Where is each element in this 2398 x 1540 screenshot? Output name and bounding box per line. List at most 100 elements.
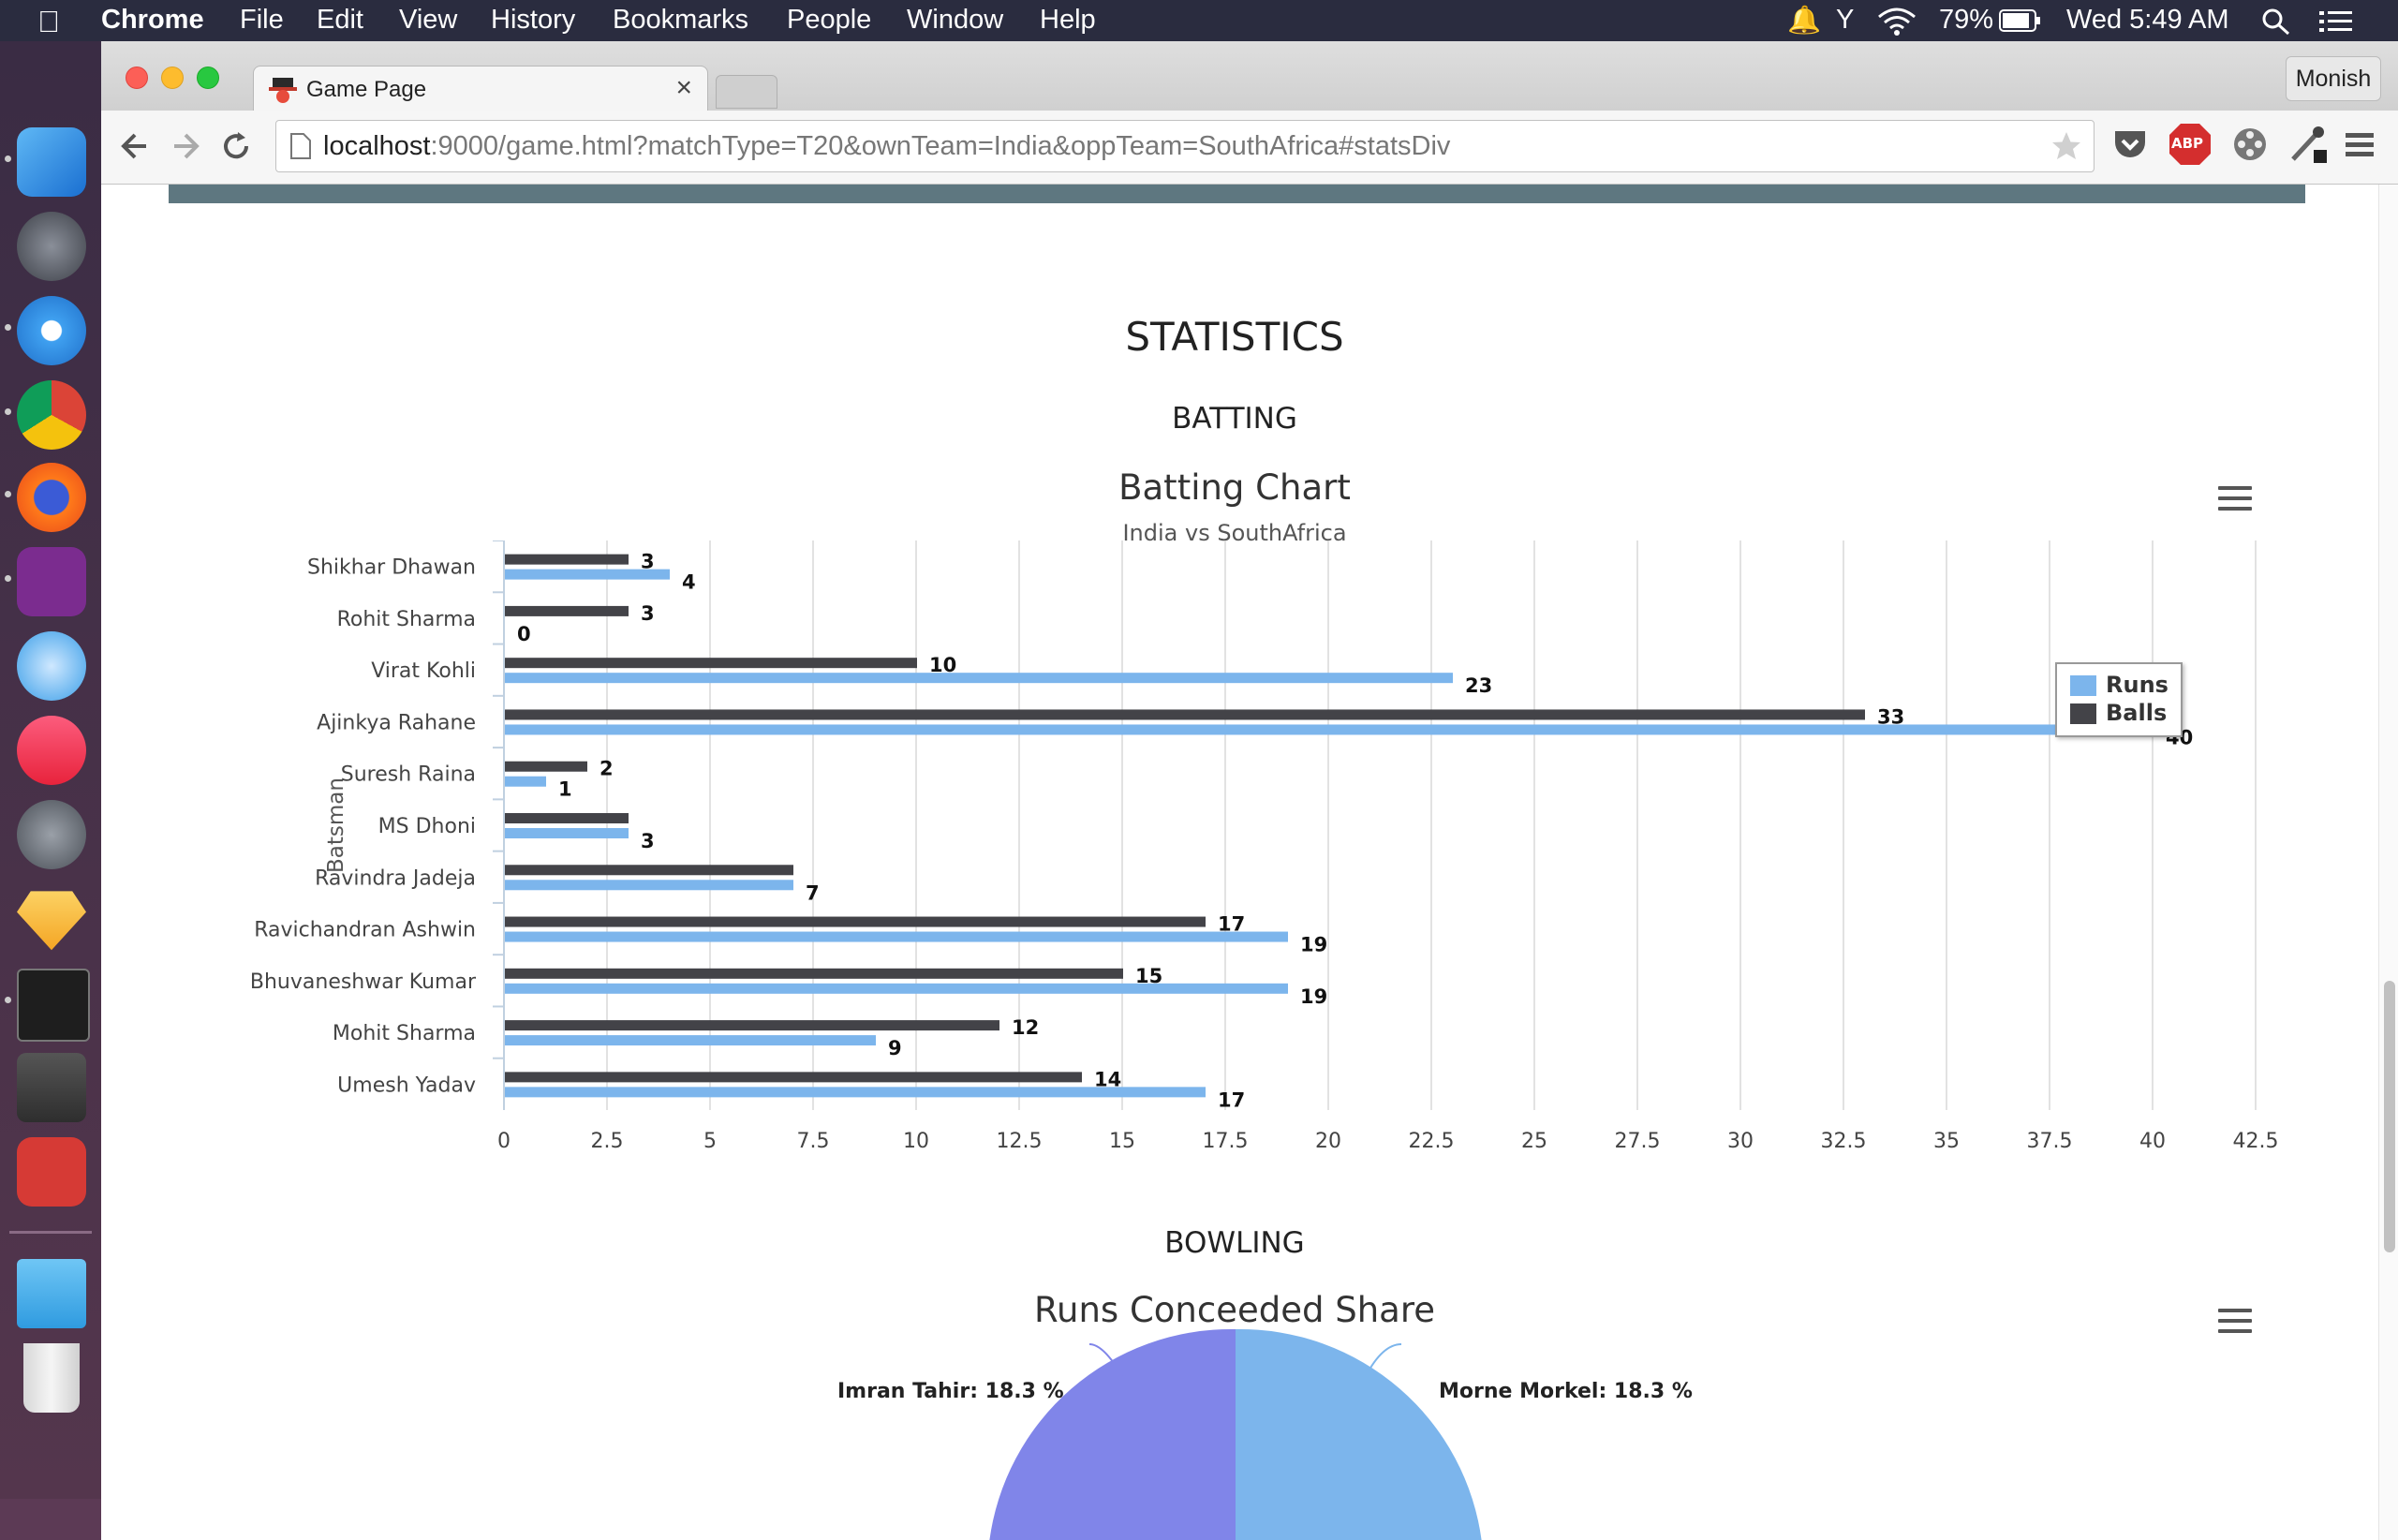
antenna-icon[interactable]: Y (1836, 5, 1854, 36)
chrome-menu-icon[interactable] (2342, 124, 2383, 165)
pocket-icon[interactable] (2109, 124, 2151, 165)
wunderlist-icon[interactable] (17, 1137, 86, 1207)
bar-balls[interactable] (505, 968, 1123, 979)
sketch-icon[interactable] (17, 891, 86, 951)
x-tick-label: 22.5 (1409, 1130, 1455, 1153)
chrome-window: Game Page × Monish localhost:9000/game.h… (101, 41, 2398, 1540)
data-label: 19 (1300, 934, 1327, 956)
x-tick-label: 10 (903, 1130, 929, 1153)
legend-item-runs[interactable]: Runs (2070, 672, 2169, 698)
bar-runs[interactable] (505, 828, 629, 838)
bookmark-star-icon[interactable] (2050, 130, 2082, 162)
system-preferences-icon[interactable] (17, 800, 86, 869)
menu-people[interactable]: People (787, 5, 871, 36)
category-label: MS Dhoni (378, 815, 476, 838)
spotlight-search-icon[interactable] (2261, 7, 2291, 36)
tab-close-icon[interactable]: × (675, 72, 692, 104)
finder-icon[interactable] (17, 127, 86, 197)
pie-label-morne-morkel: Morne Morkel: 18.3 % (1439, 1380, 1693, 1403)
menu-bookmarks[interactable]: Bookmarks (613, 5, 748, 36)
film-icon[interactable] (2229, 124, 2271, 165)
launchpad-icon[interactable] (17, 212, 86, 281)
x-tick-label: 32.5 (1821, 1130, 1867, 1153)
bar-balls[interactable] (505, 605, 629, 616)
notification-center-icon[interactable] (2319, 9, 2353, 34)
url-path: :9000/game.html?matchType=T20&ownTeam=In… (430, 131, 1451, 161)
bar-runs[interactable] (505, 1087, 1206, 1098)
url-text[interactable]: localhost:9000/game.html?matchType=T20&o… (323, 131, 1450, 162)
bar-runs[interactable] (505, 931, 1288, 942)
menu-window[interactable]: Window (907, 5, 1003, 36)
bar-runs[interactable] (505, 983, 1288, 994)
menu-file[interactable]: File (240, 5, 284, 36)
bar-balls[interactable] (505, 709, 1865, 720)
chrome-dock-icon[interactable] (17, 380, 86, 450)
onenote-icon[interactable] (17, 547, 86, 616)
zoom-window-button[interactable] (197, 67, 219, 89)
legend-item-balls[interactable]: Balls (2070, 700, 2167, 726)
back-icon[interactable] (118, 129, 152, 163)
bar-runs[interactable] (505, 569, 670, 580)
scrollbar-thumb[interactable] (2384, 981, 2395, 1252)
minimize-window-button[interactable] (161, 67, 184, 89)
bar-runs[interactable] (505, 776, 546, 787)
battery-percent: 79% (1939, 5, 1994, 35)
notification-bell-icon[interactable]: 🔔 (1787, 5, 1821, 37)
bar-balls[interactable] (505, 554, 629, 565)
safari-icon[interactable] (17, 296, 86, 365)
applications-folder-icon[interactable] (17, 1259, 86, 1328)
eyedropper-icon[interactable] (2287, 124, 2329, 165)
wifi-icon[interactable] (1877, 7, 1917, 36)
bar-balls[interactable] (505, 658, 917, 669)
bar-runs[interactable] (505, 673, 1453, 684)
data-label: 1 (558, 778, 572, 801)
adblock-icon[interactable]: ABP (2168, 122, 2213, 167)
apple-icon[interactable]:  (37, 5, 60, 39)
url-host: localhost (323, 131, 431, 161)
bar-balls[interactable] (505, 1020, 999, 1031)
category-label: Umesh Yadav (337, 1074, 476, 1097)
bar-balls[interactable] (505, 1072, 1082, 1083)
bar-runs[interactable] (505, 880, 793, 891)
x-tick-label: 2.5 (591, 1130, 624, 1153)
menu-clock[interactable]: Wed 5:49 AM (2066, 5, 2229, 36)
app-menu[interactable]: Chrome (101, 5, 204, 36)
tab-game-page[interactable]: Game Page × (253, 66, 708, 111)
bar-runs[interactable] (505, 724, 2154, 735)
trash-icon[interactable] (23, 1343, 80, 1413)
adblock-label: ABP (2171, 135, 2204, 152)
dock-running-indicator (5, 408, 11, 415)
bar-balls[interactable] (505, 761, 587, 772)
profile-button[interactable]: Monish (2286, 56, 2381, 101)
reload-icon[interactable] (219, 129, 253, 163)
page-scrollbar[interactable] (2378, 185, 2398, 1540)
firefox-icon[interactable] (17, 463, 86, 532)
bar-balls[interactable] (505, 813, 629, 823)
bar-balls[interactable] (505, 865, 793, 876)
forward-icon[interactable] (169, 129, 202, 163)
menu-edit[interactable]: Edit (317, 5, 363, 36)
menu-help[interactable]: Help (1040, 5, 1096, 36)
close-window-button[interactable] (126, 67, 148, 89)
batting-heading: BATTING (1172, 402, 1297, 436)
menu-history[interactable]: History (491, 5, 575, 36)
address-bar[interactable]: localhost:9000/game.html?matchType=T20&o… (275, 120, 2095, 172)
battery-icon[interactable] (1999, 9, 2042, 32)
bar-runs[interactable] (505, 1035, 876, 1046)
itunes-icon[interactable] (17, 716, 86, 785)
x-tick-label: 5 (703, 1130, 717, 1153)
mail-icon[interactable] (17, 631, 86, 701)
dock-running-indicator (5, 155, 11, 162)
bar-balls[interactable] (505, 916, 1206, 927)
y-axis-title: Batsman (324, 777, 348, 873)
chart-context-menu-icon[interactable] (2218, 486, 2252, 512)
sublime-text-icon[interactable] (17, 1053, 86, 1122)
menu-view[interactable]: View (399, 5, 457, 36)
data-label: 12 (1012, 1016, 1039, 1039)
data-label: 23 (1465, 674, 1492, 697)
terminal-icon[interactable] (17, 969, 90, 1042)
new-tab-button[interactable] (716, 75, 777, 109)
category-label: Ravichandran Ashwin (254, 919, 476, 942)
x-tick-label: 25 (1521, 1130, 1547, 1153)
pie-slice-morne-morkel[interactable] (1236, 1328, 1482, 1540)
